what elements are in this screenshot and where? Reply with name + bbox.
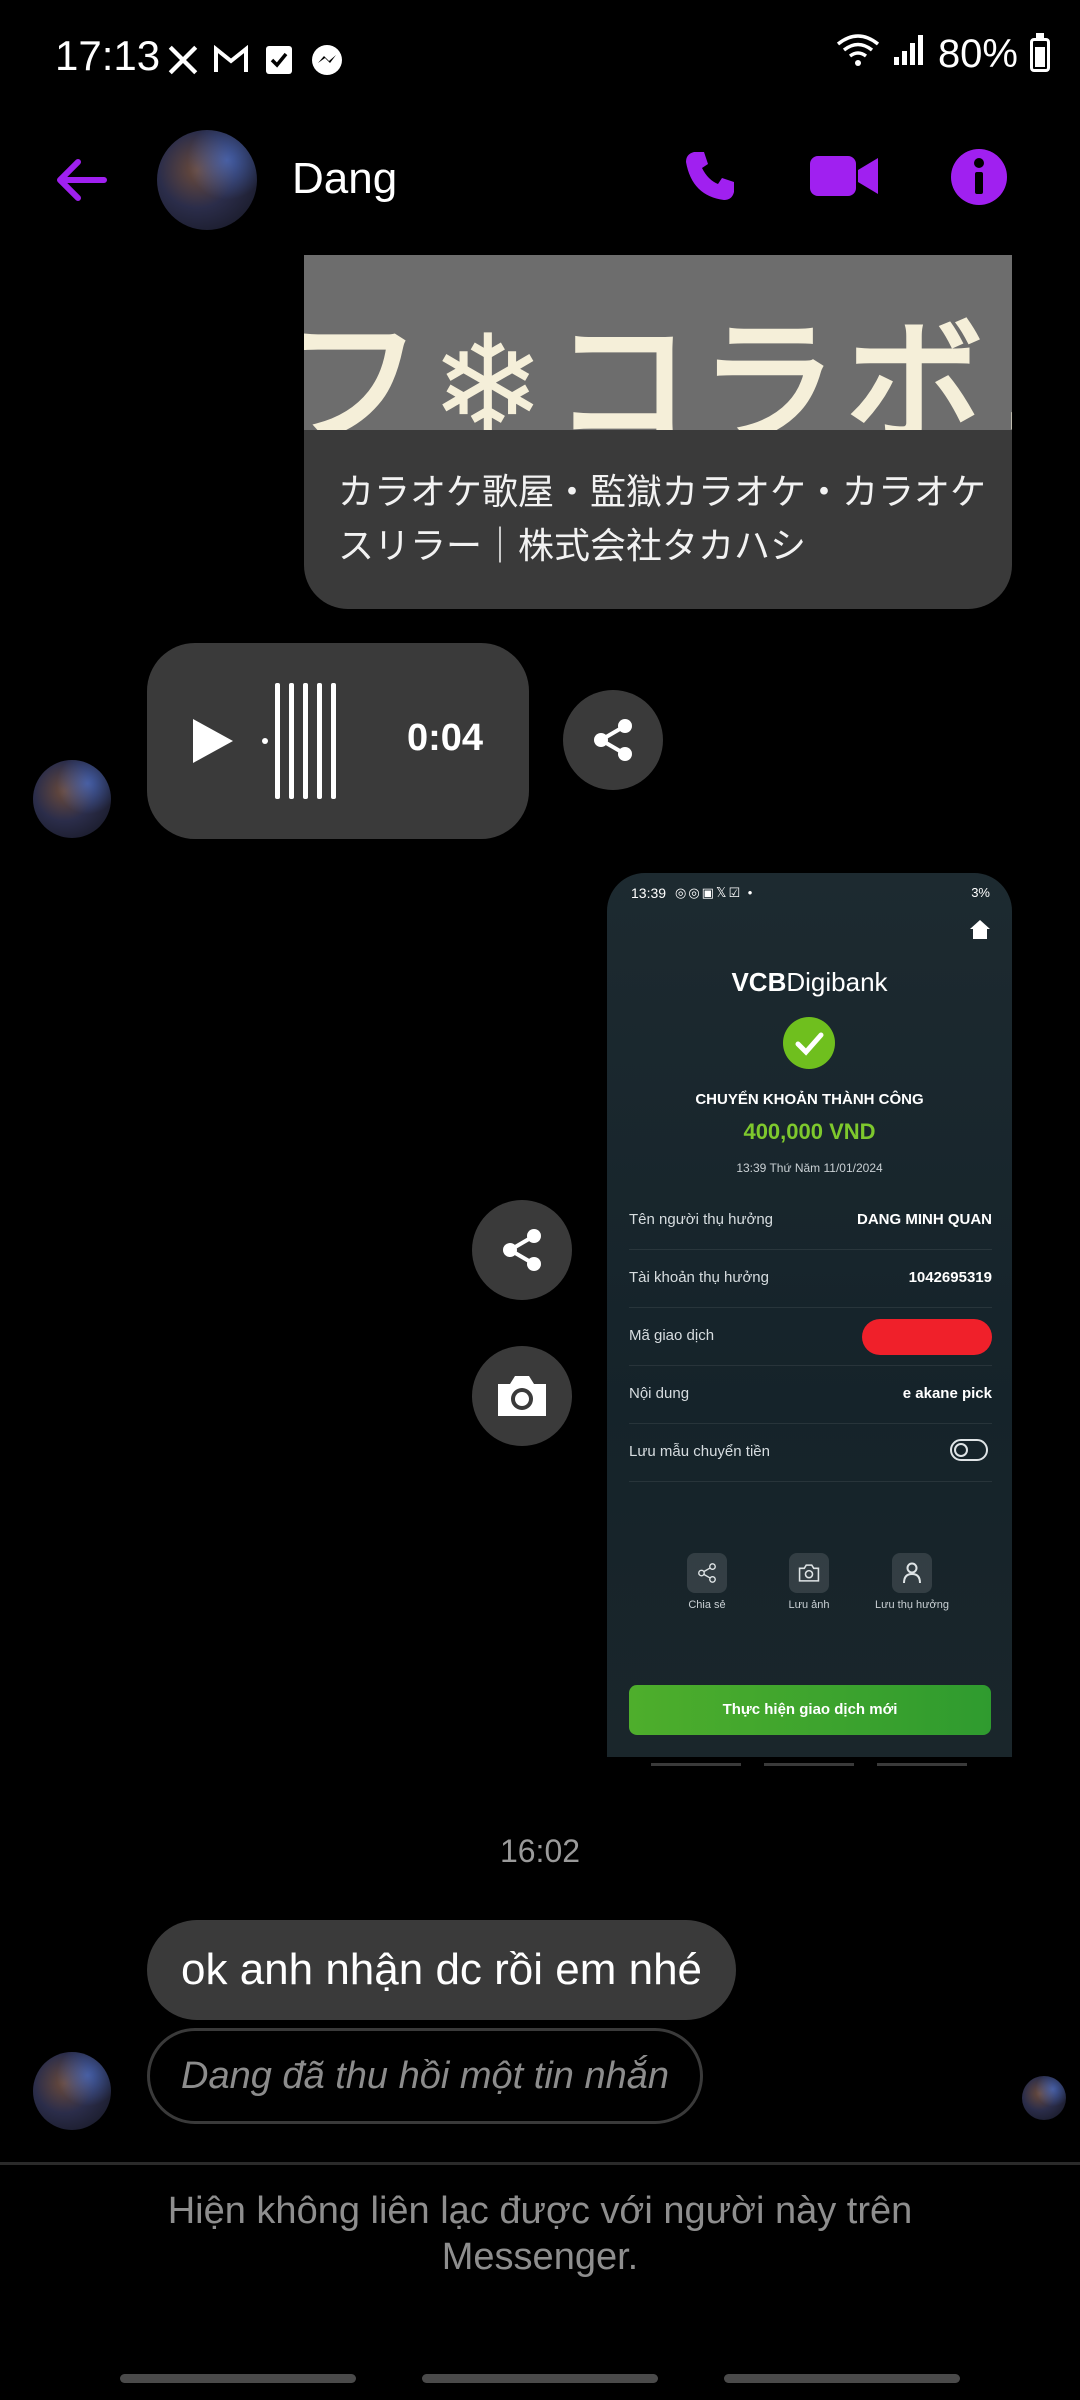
transfer-amount: 400,000 VND — [743, 1119, 876, 1144]
incoming-message[interactable]: ok anh nhận dc rồi em nhé — [147, 1920, 737, 2020]
action-label: Lưu ảnh — [788, 1599, 830, 1611]
share-voice-button[interactable] — [563, 690, 663, 790]
video-call-button[interactable] — [808, 148, 880, 204]
unavailable-notice: Hiện không liên lạc được với người này t… — [167, 2190, 913, 2278]
share-icon — [503, 1229, 541, 1271]
transfer-receipt-image[interactable]: 13:39 ◎◎▣𝕏☑ • 3% VCBDigibank CHUYỂN KHOẢ… — [607, 873, 1012, 1757]
receipt-row: Mã giao dịch — [629, 1307, 992, 1366]
save-template-toggle — [950, 1439, 988, 1461]
share-image-button[interactable] — [472, 1200, 572, 1300]
camera-icon — [498, 1376, 546, 1416]
notification-icons — [165, 40, 345, 80]
action-label: Chia sẻ — [688, 1599, 726, 1611]
phone-icon — [686, 152, 734, 200]
success-check-icon — [783, 1017, 835, 1069]
row-value: e akane pick — [902, 1385, 992, 1402]
battery-icon — [1030, 32, 1050, 72]
brand-suffix: Digibank — [786, 967, 888, 997]
row-label: Mã giao dịch — [629, 1327, 715, 1344]
messenger-icon — [309, 42, 345, 78]
receipt-row: Tên người thụ hưởng DANG MINH QUAN — [629, 1191, 992, 1250]
row-label: Lưu mẫu chuyển tiền — [629, 1443, 770, 1460]
system-icons: 80% — [836, 32, 1050, 77]
info-button[interactable] — [950, 148, 1008, 206]
receipt-row: Nội dung e akane pick — [629, 1365, 992, 1424]
nav-bar-pill — [724, 2374, 960, 2383]
sender-avatar[interactable] — [33, 760, 111, 838]
voice-message-bubble: 0:04 — [147, 643, 529, 839]
contact-name[interactable]: Dang — [292, 154, 397, 204]
receipt-status-icons: ◎◎▣𝕏☑ • — [675, 885, 755, 900]
receipt-action-share: Chia sẻ — [677, 1553, 737, 1611]
action-label: Lưu thụ hưởng — [875, 1599, 949, 1611]
contact-avatar[interactable] — [157, 130, 257, 230]
receipt-battery: 3% — [971, 885, 990, 900]
play-icon — [193, 719, 233, 763]
play-button[interactable] — [189, 711, 249, 771]
checklist-icon — [261, 42, 297, 78]
gmail-icon — [213, 42, 249, 78]
camera-icon — [789, 1553, 829, 1593]
share-icon — [687, 1553, 727, 1593]
nav-bar-pill — [120, 2374, 356, 2383]
receipt-divider — [651, 1763, 741, 1766]
sender-avatar[interactable] — [33, 2052, 111, 2130]
receipt-divider — [877, 1763, 967, 1766]
row-label: Tài khoản thụ hưởng — [629, 1269, 769, 1286]
link-preview-card[interactable]: フ❄コラボコ カラオケ歌屋・監獄カラオケ・カラオケスリラー｜株式会社タカハシ — [304, 255, 1012, 609]
back-button[interactable] — [50, 150, 110, 210]
transfer-status: CHUYỂN KHOẢN THÀNH CÔNG — [695, 1091, 924, 1108]
row-label: Nội dung — [629, 1385, 690, 1402]
receipt-brand: VCBDigibank — [607, 967, 1012, 998]
share-icon — [594, 719, 632, 761]
receipt-action-save-beneficiary: Lưu thụ hưởng — [863, 1553, 961, 1611]
call-button[interactable] — [680, 146, 740, 206]
receipt-status-time: 13:39 — [631, 885, 667, 901]
wifi-icon — [836, 32, 880, 77]
user-icon — [892, 1553, 932, 1593]
status-bar: 17:13 80% — [0, 0, 1080, 120]
brand-bold: VCB — [731, 967, 787, 997]
signal-icon — [892, 32, 926, 77]
x-icon — [165, 42, 201, 78]
link-preview-image-text: フ❄コラボコ — [304, 305, 1012, 430]
link-preview-title: カラオケ歌屋・監獄カラオケ・カラオケスリラー｜株式会社タカハシ — [338, 471, 987, 566]
receipt-row: Lưu mẫu chuyển tiền — [629, 1423, 992, 1482]
link-preview-image: フ❄コラボコ — [304, 255, 1012, 430]
save-image-button[interactable] — [472, 1346, 572, 1446]
message-timestamp: 16:02 — [499, 1833, 581, 1869]
nav-bar-pill — [422, 2374, 658, 2383]
new-transaction-button: Thực hiện giao dịch mới — [629, 1685, 991, 1735]
chat-header: Dang — [0, 120, 1080, 250]
row-value: DANG MINH QUAN — [857, 1211, 992, 1228]
voice-duration: 0:04 — [407, 717, 484, 759]
info-icon — [951, 149, 1007, 205]
receipt-divider — [764, 1763, 854, 1766]
battery-percent: 80% — [937, 32, 1018, 76]
row-value: 1042695319 — [908, 1269, 992, 1286]
unsent-message-notice[interactable]: Dang đã thu hồi một tin nhắn — [147, 2028, 703, 2124]
audio-waveform[interactable] — [259, 681, 339, 801]
video-camera-icon — [810, 156, 878, 196]
home-icon — [968, 917, 992, 941]
status-time: 17:13 — [55, 32, 161, 79]
redaction-mark — [862, 1319, 992, 1355]
transfer-datetime: 13:39 Thứ Năm 11/01/2024 — [736, 1161, 883, 1175]
footer-divider — [0, 2162, 1080, 2165]
row-label: Tên người thụ hưởng — [629, 1211, 774, 1228]
receipt-action-save-image: Lưu ảnh — [779, 1553, 839, 1611]
receipt-row: Tài khoản thụ hưởng 1042695319 — [629, 1249, 992, 1308]
read-receipt-avatar — [1022, 2076, 1066, 2120]
